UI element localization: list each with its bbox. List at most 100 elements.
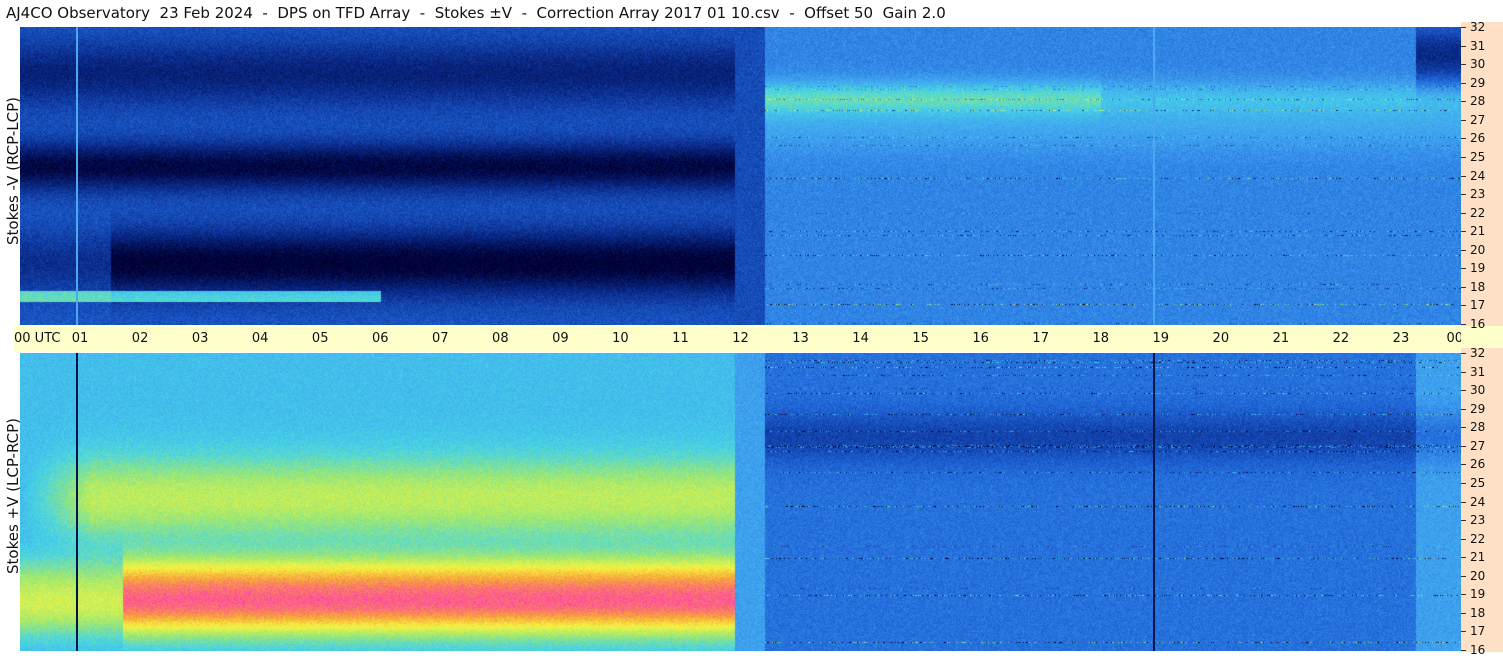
freq-tick-mark	[1461, 268, 1466, 270]
freq-tick-mark	[1461, 631, 1466, 633]
freq-tick-mark	[1461, 501, 1466, 503]
freq-tick-label: 21	[1470, 224, 1486, 239]
freq-tick-mark	[1461, 538, 1466, 540]
time-tick-label: 11	[672, 331, 689, 346]
freq-tick-label: 24	[1470, 168, 1486, 183]
time-marker-line	[1152, 27, 1155, 325]
time-tick-label: 08	[492, 331, 509, 346]
freq-tick-mark	[1461, 82, 1466, 84]
freq-tick-mark	[1461, 612, 1466, 614]
time-tick-label: 10	[612, 331, 629, 346]
time-tick-label: 23	[1392, 331, 1410, 346]
freq-tick-mark	[1461, 427, 1466, 429]
freq-tick-mark	[1461, 305, 1466, 307]
freq-tick-mark	[1461, 557, 1466, 559]
freq-tick-mark	[1461, 464, 1466, 466]
freq-tick-mark	[1461, 194, 1466, 196]
freq-tick-mark	[1461, 249, 1466, 251]
time-tick-label: 09	[552, 331, 569, 346]
freq-tick-label: 23	[1470, 513, 1486, 528]
freq-tick-mark	[1461, 286, 1466, 288]
time-tick-label: 03	[191, 331, 209, 346]
freq-tick-label: 26	[1470, 457, 1486, 472]
time-tick-label: 05	[311, 331, 329, 346]
utc-time-axis: 00 UTC 01 02 03 04 05 06 07 08 09 10 11 12 13 14 15 16 17…	[14, 326, 1495, 352]
freq-tick-label: 30	[1470, 57, 1486, 72]
freq-tick-mark	[1461, 445, 1466, 447]
time-tick-label: 22	[1332, 331, 1350, 346]
time-tick-label: 02	[131, 331, 149, 346]
freq-tick-label: 31	[1470, 38, 1486, 53]
freq-tick-label: 28	[1470, 420, 1486, 435]
freq-tick-mark	[1461, 45, 1466, 47]
freq-tick-label: 20	[1470, 242, 1486, 257]
time-tick-label: 06	[371, 331, 389, 346]
time-tick-label: 15	[912, 331, 929, 346]
bottom-spectrogram-panel	[20, 353, 1461, 651]
time-tick-label: 18	[1092, 331, 1110, 346]
freq-tick-mark	[1461, 520, 1466, 522]
time-marker-line	[75, 353, 78, 651]
freq-tick-mark	[1461, 64, 1466, 66]
freq-tick-label: 19	[1470, 587, 1486, 602]
freq-tick-label: 25	[1470, 475, 1486, 490]
freq-tick-mark	[1461, 408, 1466, 410]
time-tick-label: 00 UTC	[14, 331, 61, 346]
freq-tick-mark	[1461, 650, 1466, 651]
freq-tick-label: 21	[1470, 550, 1486, 565]
time-tick-label: 07	[432, 331, 449, 346]
freq-tick-label: 16	[1470, 643, 1486, 657]
time-tick-label: 14	[852, 331, 869, 346]
freq-tick-label: 22	[1470, 205, 1486, 220]
freq-tick-mark	[1461, 231, 1466, 233]
freq-tick-label: 16	[1470, 317, 1486, 331]
freq-tick-mark	[1461, 156, 1466, 158]
freq-tick-label: 19	[1470, 261, 1486, 276]
freq-tick-label: 17	[1470, 298, 1486, 313]
freq-tick-label: 31	[1470, 364, 1486, 379]
freq-tick-mark	[1461, 324, 1466, 325]
freq-tick-mark	[1461, 101, 1466, 103]
time-tick-label: 21	[1272, 331, 1290, 346]
chart-title: AJ4CO Observatory 23 Feb 2024 - DPS on T…	[6, 4, 946, 22]
freq-tick-mark	[1461, 482, 1466, 484]
time-tick-label: 20	[1212, 331, 1230, 346]
time-tick-label: 01	[71, 331, 89, 346]
freq-tick-label: 30	[1470, 383, 1486, 398]
freq-tick-label: 29	[1470, 75, 1486, 90]
time-tick-label: 04	[251, 331, 269, 346]
freq-tick-label: 18	[1470, 605, 1486, 620]
time-tick-label: 16	[972, 331, 989, 346]
freq-tick-label: 28	[1470, 94, 1486, 109]
freq-tick-label: 18	[1470, 279, 1486, 294]
freq-tick-label: 29	[1470, 401, 1486, 416]
freq-tick-mark	[1461, 353, 1466, 354]
freq-tick-mark	[1461, 138, 1466, 140]
time-tick-label: 19	[1152, 331, 1170, 346]
freq-tick-label: 32	[1470, 346, 1486, 360]
time-marker-line	[75, 27, 78, 325]
freq-tick-label: 23	[1470, 187, 1486, 202]
freq-tick-label: 27	[1470, 112, 1486, 127]
time-marker-line	[1152, 353, 1155, 651]
freq-tick-mark	[1461, 27, 1466, 28]
bottom-frequency-axis: 32 31 30 29 28 27 26 25 24 23 22 21 20 19 18 17 16	[1461, 346, 1503, 657]
freq-tick-label: 24	[1470, 494, 1486, 509]
top-frequency-axis: 32 31 30 29 28 27 26 25 24 23 22 21 20 19 18 17 16	[1461, 20, 1503, 331]
top-spectrogram-heatmap	[20, 27, 1461, 325]
top-spectrogram-panel	[20, 27, 1461, 325]
freq-tick-mark	[1461, 390, 1466, 392]
freq-tick-label: 17	[1470, 624, 1486, 639]
freq-tick-mark	[1461, 575, 1466, 577]
freq-tick-label: 22	[1470, 531, 1486, 546]
freq-tick-label: 27	[1470, 438, 1486, 453]
freq-tick-mark	[1461, 212, 1466, 214]
time-tick-label: 13	[792, 331, 809, 346]
bottom-spectrogram-heatmap	[20, 353, 1461, 651]
freq-tick-mark	[1461, 119, 1466, 121]
freq-tick-mark	[1461, 371, 1466, 373]
freq-tick-label: 26	[1470, 131, 1486, 146]
time-tick-label: 17	[1032, 331, 1049, 346]
time-tick-label: 12	[732, 331, 749, 346]
freq-tick-label: 20	[1470, 568, 1486, 583]
